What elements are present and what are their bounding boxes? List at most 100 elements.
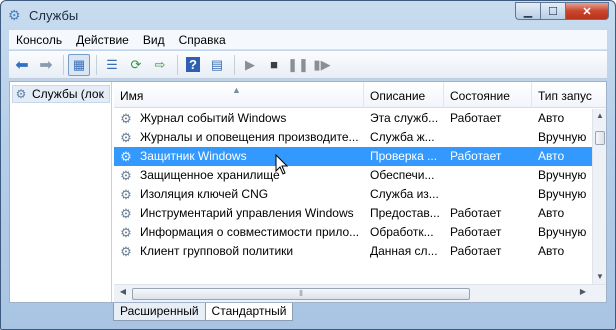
menu-bar: Консоль Действие Вид Справка bbox=[9, 30, 607, 50]
pause-button[interactable]: ❚❚ bbox=[287, 54, 309, 76]
mouse-pointer-icon bbox=[275, 154, 289, 175]
minimize-button[interactable]: ▁ bbox=[515, 2, 541, 20]
service-name: Журналы и оповещения производите... bbox=[140, 130, 359, 144]
table-row[interactable]: ⚙ Защищенное хранилище Обеспечи... Вручн… bbox=[114, 166, 592, 185]
console-tree: ⚙ Службы (лок bbox=[10, 82, 112, 302]
close-button[interactable]: ✕ bbox=[566, 2, 609, 20]
table-row-selected[interactable]: ⚙ Защитник Windows Проверка ... Работает… bbox=[114, 147, 592, 166]
service-state: Работает bbox=[450, 206, 502, 220]
service-state: Работает bbox=[450, 111, 502, 125]
table-row[interactable]: ⚙ Информация о совместимости прило... Об… bbox=[114, 223, 592, 242]
toolbar-separator bbox=[96, 54, 97, 75]
toolbar-separator bbox=[234, 54, 235, 75]
export-icon: ⇨ bbox=[154, 56, 166, 72]
service-name: Защищенное хранилище bbox=[140, 168, 280, 182]
gear-icon: ⚙ bbox=[15, 87, 27, 101]
help-icon: ? bbox=[186, 57, 200, 72]
service-description: Обработк... bbox=[370, 225, 434, 239]
sort-up-icon: ▲ bbox=[232, 85, 241, 95]
play-icon: ▶ bbox=[245, 56, 255, 72]
service-description: Данная сл... bbox=[370, 244, 438, 258]
column-label: Состояние bbox=[450, 89, 510, 103]
console-content: ⚙ Службы (лок ▲ Имя Описание Состояние Т… bbox=[9, 81, 607, 303]
services-window: ⚙ Службы ▁ ☐ ✕ Консоль Действие Вид Спра… bbox=[0, 0, 616, 330]
service-state: Работает bbox=[450, 225, 502, 239]
menu-action[interactable]: Действие bbox=[69, 33, 136, 47]
column-header-name[interactable]: ▲ Имя bbox=[114, 82, 364, 108]
stop-button[interactable]: ■ bbox=[263, 54, 285, 76]
service-state bbox=[444, 128, 532, 147]
table-row[interactable]: ⚙ Клиент групповой политики Данная сл...… bbox=[114, 242, 592, 261]
pause-icon: ❚❚ bbox=[287, 56, 309, 72]
service-state bbox=[444, 185, 532, 204]
toolbar-separator bbox=[177, 54, 178, 75]
service-description: Служба из... bbox=[370, 187, 439, 201]
properties-icon: ▤ bbox=[210, 56, 224, 72]
refresh-button[interactable]: ⟳ bbox=[125, 54, 147, 76]
close-icon: ✕ bbox=[582, 5, 592, 18]
window-title: Службы bbox=[29, 8, 79, 23]
title-bar[interactable]: ⚙ Службы ▁ ☐ ✕ bbox=[1, 1, 615, 29]
column-label: Тип запус bbox=[538, 89, 592, 103]
scroll-left-icon[interactable]: ◀ bbox=[116, 287, 130, 296]
horizontal-scroll-thumb[interactable]: ⦀ bbox=[132, 288, 470, 300]
vertical-scrollbar[interactable]: ▲ ▼ bbox=[592, 109, 606, 284]
maximize-button[interactable]: ☐ bbox=[541, 2, 566, 20]
column-label: Описание bbox=[370, 89, 426, 103]
scroll-down-icon[interactable]: ▼ bbox=[593, 270, 606, 284]
service-description: Обеспечи... bbox=[370, 168, 435, 182]
gear-icon: ⚙ bbox=[8, 7, 21, 23]
view-tabs: Расширенный Стандартный bbox=[9, 303, 607, 323]
minimize-icon: ▁ bbox=[523, 5, 533, 18]
refresh-icon: ⟳ bbox=[130, 56, 142, 72]
service-name: Информация о совместимости прило... bbox=[140, 225, 360, 239]
tab-standard[interactable]: Стандартный bbox=[204, 303, 294, 321]
column-header-state[interactable]: Состояние bbox=[444, 82, 532, 108]
service-state: Работает bbox=[450, 149, 502, 163]
console-tree-icon: ▦ bbox=[72, 56, 86, 72]
service-name: Инструментарий управления Windows bbox=[140, 206, 354, 220]
properties-button[interactable]: ▤ bbox=[206, 54, 228, 76]
list-header: ▲ Имя Описание Состояние Тип запус bbox=[114, 82, 606, 108]
scroll-right-icon[interactable]: ▶ bbox=[576, 287, 590, 296]
table-row[interactable]: ⚙ Инструментарий управления Windows Пред… bbox=[114, 204, 592, 223]
forward-button[interactable]: ➡ bbox=[35, 54, 57, 76]
arrow-left-icon: ⬅ bbox=[15, 56, 29, 74]
restart-button[interactable]: ▮▶ bbox=[311, 54, 333, 76]
horizontal-scrollbar[interactable]: ◀ ⦀ ▶ bbox=[114, 284, 606, 302]
toolbar-separator bbox=[63, 54, 64, 75]
tab-extended[interactable]: Расширенный bbox=[113, 303, 206, 321]
menu-help[interactable]: Справка bbox=[172, 33, 233, 47]
toolbar: ⬅ ➡ ▦ ☰ ⟳ ⇨ ? ▤ ▶ ■ ❚❚ ▮▶ bbox=[9, 51, 607, 79]
show-tree-button[interactable]: ▦ bbox=[68, 53, 90, 76]
column-header-start-type[interactable]: Тип запус bbox=[532, 82, 606, 108]
scroll-up-icon[interactable]: ▲ bbox=[593, 109, 606, 123]
restart-icon: ▮▶ bbox=[313, 56, 331, 72]
menu-view[interactable]: Вид bbox=[136, 33, 172, 47]
start-button[interactable]: ▶ bbox=[239, 54, 261, 76]
vertical-scroll-thumb[interactable] bbox=[595, 131, 605, 145]
tree-item-label: Службы (лок bbox=[32, 87, 104, 101]
stop-icon: ■ bbox=[270, 57, 278, 72]
export-list-button[interactable]: ☰ bbox=[101, 54, 123, 76]
table-row[interactable]: ⚙ Журналы и оповещения производите... Сл… bbox=[114, 128, 592, 147]
service-name: Журнал событий Windows bbox=[140, 111, 287, 125]
arrow-right-icon: ➡ bbox=[39, 56, 53, 74]
list-icon: ☰ bbox=[106, 56, 118, 72]
help-button[interactable]: ? bbox=[182, 54, 204, 76]
menu-console[interactable]: Консоль bbox=[9, 33, 69, 47]
export-button[interactable]: ⇨ bbox=[149, 54, 171, 76]
service-description: Служба ж... bbox=[370, 130, 435, 144]
back-button[interactable]: ⬅ bbox=[11, 54, 33, 76]
service-description: Предостав... bbox=[370, 206, 440, 220]
service-description: Эта служб... bbox=[370, 111, 439, 125]
service-rows: ⚙ Журнал событий Windows Эта служб... Ра… bbox=[114, 109, 592, 261]
table-row[interactable]: ⚙ Изоляция ключей CNG Служба из... Вручн… bbox=[114, 185, 592, 204]
column-label: Имя bbox=[120, 89, 144, 103]
table-row[interactable]: ⚙ Журнал событий Windows Эта служб... Ра… bbox=[114, 109, 592, 128]
tree-item-services[interactable]: ⚙ Службы (лок bbox=[12, 85, 110, 103]
service-state: Работает bbox=[450, 244, 502, 258]
column-header-description[interactable]: Описание bbox=[364, 82, 444, 108]
service-state bbox=[444, 166, 532, 185]
service-name: Изоляция ключей CNG bbox=[140, 187, 269, 201]
